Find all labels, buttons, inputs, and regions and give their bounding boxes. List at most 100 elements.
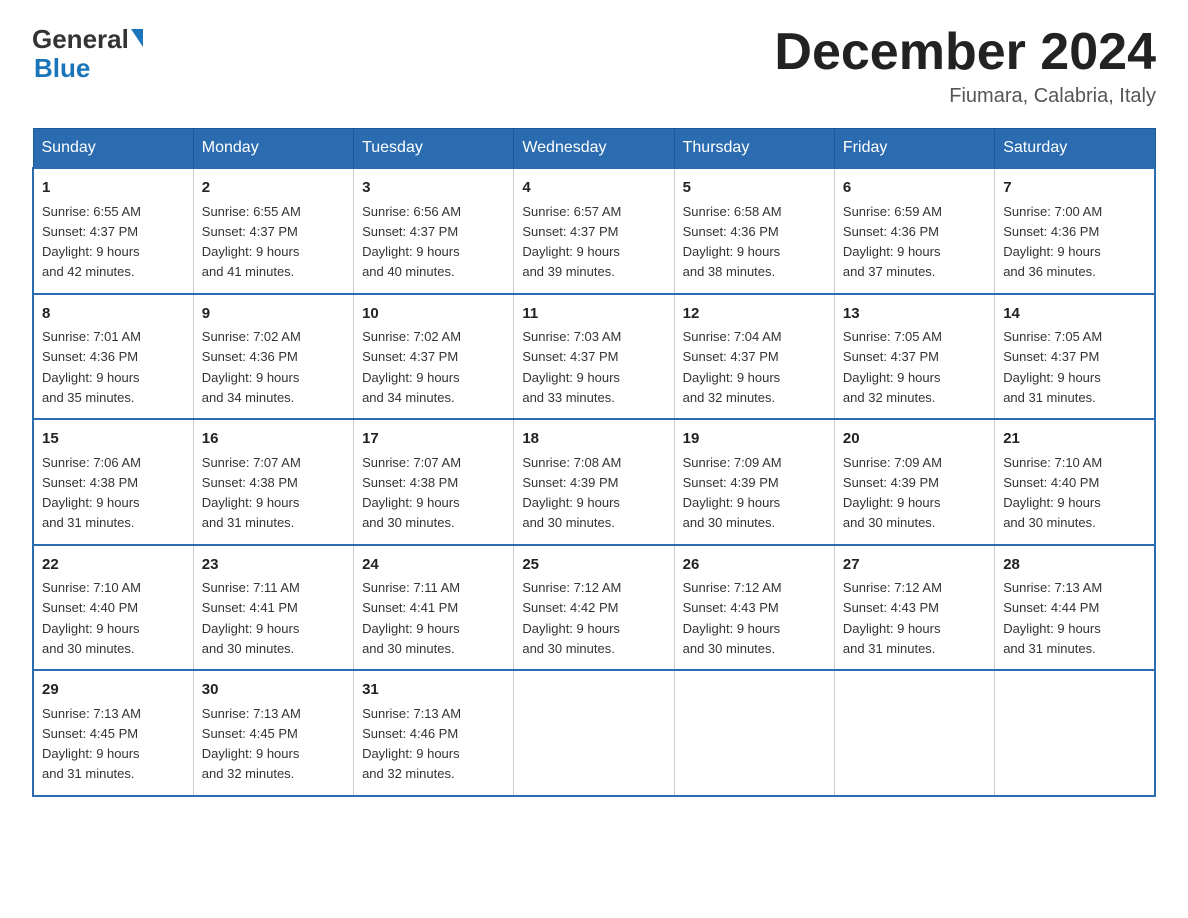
calendar-cell [514,670,674,796]
day-info: Sunrise: 7:11 AMSunset: 4:41 PMDaylight:… [362,580,460,656]
calendar-cell [674,670,834,796]
calendar-cell: 14 Sunrise: 7:05 AMSunset: 4:37 PMDayligh… [995,294,1155,420]
calendar-week-row: 29 Sunrise: 7:13 AMSunset: 4:45 PMDayligh… [33,670,1155,796]
calendar-cell: 23Sunrise: 7:11 AMSunset: 4:41 PMDayligh… [193,545,353,671]
day-info: Sunrise: 7:03 AMSunset: 4:37 PMDaylight:… [522,329,621,405]
col-header-thursday: Thursday [674,129,834,169]
day-info: Sunrise: 7:00 AMSunset: 4:36 PMDaylight:… [1003,204,1102,280]
calendar-cell: 9 Sunrise: 7:02 AMSunset: 4:36 PMDaylight… [193,294,353,420]
calendar-cell: 10Sunrise: 7:02 AMSunset: 4:37 PMDayligh… [354,294,514,420]
day-info: Sunrise: 7:09 AMSunset: 4:39 PMDaylight:… [843,455,942,531]
calendar-cell: 15 Sunrise: 7:06 AMSunset: 4:38 PMDayligh… [33,419,193,545]
day-number: 25 [522,554,665,577]
day-info: Sunrise: 7:09 AMSunset: 4:39 PMDaylight:… [683,455,782,531]
page-header: General Blue December 2024 Fiumara, Cala… [32,24,1156,108]
calendar-cell: 1Sunrise: 6:55 AMSunset: 4:37 PMDaylight… [33,168,193,294]
calendar-cell: 28 Sunrise: 7:13 AMSunset: 4:44 PMDayligh… [995,545,1155,671]
day-number: 5 [683,177,826,200]
day-number: 20 [843,428,986,451]
day-info: Sunrise: 7:13 AMSunset: 4:44 PMDaylight:… [1003,580,1102,656]
calendar-header-row: SundayMondayTuesdayWednesdayThursdayFrid… [33,129,1155,169]
day-info: Sunrise: 7:04 AMSunset: 4:37 PMDaylight:… [683,329,782,405]
calendar-cell: 29 Sunrise: 7:13 AMSunset: 4:45 PMDayligh… [33,670,193,796]
day-number: 24 [362,554,505,577]
calendar-cell: 5 Sunrise: 6:58 AMSunset: 4:36 PMDaylight… [674,168,834,294]
day-info: Sunrise: 7:12 AMSunset: 4:42 PMDaylight:… [522,580,621,656]
day-info: Sunrise: 7:10 AMSunset: 4:40 PMDaylight:… [1003,455,1102,531]
day-info: Sunrise: 7:05 AMSunset: 4:37 PMDaylight:… [1003,329,1102,405]
calendar-cell: 7 Sunrise: 7:00 AMSunset: 4:36 PMDaylight… [995,168,1155,294]
day-info: Sunrise: 7:07 AMSunset: 4:38 PMDaylight:… [362,455,461,531]
day-number: 16 [202,428,345,451]
calendar-cell: 11 Sunrise: 7:03 AMSunset: 4:37 PMDayligh… [514,294,674,420]
day-number: 31 [362,679,505,702]
day-info: Sunrise: 7:12 AMSunset: 4:43 PMDaylight:… [683,580,782,656]
day-info: Sunrise: 7:06 AMSunset: 4:38 PMDaylight:… [42,455,141,531]
location-text: Fiumara, Calabria, Italy [774,85,1156,108]
calendar-cell: 13Sunrise: 7:05 AMSunset: 4:37 PMDayligh… [834,294,994,420]
day-number: 17 [362,428,505,451]
calendar-cell: 21Sunrise: 7:10 AMSunset: 4:40 PMDayligh… [995,419,1155,545]
day-info: Sunrise: 6:59 AMSunset: 4:36 PMDaylight:… [843,204,942,280]
day-number: 23 [202,554,345,577]
title-block: December 2024 Fiumara, Calabria, Italy [774,24,1156,108]
day-info: Sunrise: 6:57 AMSunset: 4:37 PMDaylight:… [522,204,621,280]
day-number: 10 [362,303,505,326]
day-info: Sunrise: 7:01 AMSunset: 4:36 PMDaylight:… [42,329,141,405]
day-number: 7 [1003,177,1146,200]
day-number: 2 [202,177,345,200]
day-number: 8 [42,303,185,326]
day-number: 6 [843,177,986,200]
calendar-cell: 31 Sunrise: 7:13 AMSunset: 4:46 PMDayligh… [354,670,514,796]
day-info: Sunrise: 7:07 AMSunset: 4:38 PMDaylight:… [202,455,301,531]
logo-blue-text: Blue [34,53,90,84]
col-header-friday: Friday [834,129,994,169]
day-number: 14 [1003,303,1146,326]
calendar-cell: 30 Sunrise: 7:13 AMSunset: 4:45 PMDayligh… [193,670,353,796]
calendar-cell: 12 Sunrise: 7:04 AMSunset: 4:37 PMDayligh… [674,294,834,420]
day-number: 12 [683,303,826,326]
day-info: Sunrise: 7:13 AMSunset: 4:45 PMDaylight:… [202,706,301,782]
calendar-cell: 25 Sunrise: 7:12 AMSunset: 4:42 PMDayligh… [514,545,674,671]
day-number: 19 [683,428,826,451]
calendar-week-row: 22Sunrise: 7:10 AMSunset: 4:40 PMDayligh… [33,545,1155,671]
col-header-tuesday: Tuesday [354,129,514,169]
calendar-week-row: 8 Sunrise: 7:01 AMSunset: 4:36 PMDaylight… [33,294,1155,420]
col-header-wednesday: Wednesday [514,129,674,169]
logo-arrow-icon [131,29,143,47]
calendar-cell [834,670,994,796]
calendar-cell: 24 Sunrise: 7:11 AMSunset: 4:41 PMDayligh… [354,545,514,671]
col-header-sunday: Sunday [33,129,193,169]
calendar-cell: 27Sunrise: 7:12 AMSunset: 4:43 PMDayligh… [834,545,994,671]
day-number: 29 [42,679,185,702]
day-number: 26 [683,554,826,577]
day-number: 11 [522,303,665,326]
day-info: Sunrise: 7:13 AMSunset: 4:46 PMDaylight:… [362,706,461,782]
calendar-cell: 17 Sunrise: 7:07 AMSunset: 4:38 PMDayligh… [354,419,514,545]
day-info: Sunrise: 7:05 AMSunset: 4:37 PMDaylight:… [843,329,942,405]
calendar-table: SundayMondayTuesdayWednesdayThursdayFrid… [32,128,1156,797]
calendar-cell: 6 Sunrise: 6:59 AMSunset: 4:36 PMDaylight… [834,168,994,294]
day-info: Sunrise: 6:58 AMSunset: 4:36 PMDaylight:… [683,204,782,280]
day-number: 28 [1003,554,1146,577]
month-title: December 2024 [774,24,1156,81]
day-number: 30 [202,679,345,702]
calendar-cell: 20 Sunrise: 7:09 AMSunset: 4:39 PMDayligh… [834,419,994,545]
day-info: Sunrise: 7:08 AMSunset: 4:39 PMDaylight:… [522,455,621,531]
calendar-cell: 4Sunrise: 6:57 AMSunset: 4:37 PMDaylight… [514,168,674,294]
calendar-week-row: 1Sunrise: 6:55 AMSunset: 4:37 PMDaylight… [33,168,1155,294]
calendar-cell: 3Sunrise: 6:56 AMSunset: 4:37 PMDaylight… [354,168,514,294]
day-number: 1 [42,177,185,200]
day-info: Sunrise: 6:56 AMSunset: 4:37 PMDaylight:… [362,204,461,280]
day-info: Sunrise: 7:13 AMSunset: 4:45 PMDaylight:… [42,706,141,782]
logo-general-text: General [32,24,129,55]
day-info: Sunrise: 7:02 AMSunset: 4:36 PMDaylight:… [202,329,301,405]
day-number: 18 [522,428,665,451]
col-header-saturday: Saturday [995,129,1155,169]
calendar-cell: 18 Sunrise: 7:08 AMSunset: 4:39 PMDayligh… [514,419,674,545]
col-header-monday: Monday [193,129,353,169]
day-info: Sunrise: 7:12 AMSunset: 4:43 PMDaylight:… [843,580,942,656]
calendar-cell [995,670,1155,796]
day-number: 15 [42,428,185,451]
day-number: 9 [202,303,345,326]
